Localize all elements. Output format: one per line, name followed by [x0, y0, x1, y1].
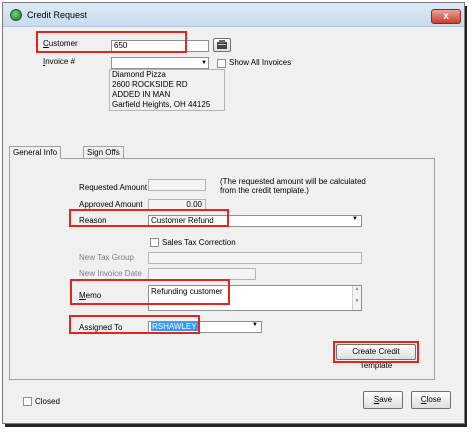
- tab-general-info[interactable]: General Info: [9, 146, 62, 159]
- approved-amount-label: Approved Amount: [79, 200, 143, 209]
- close-label-rest: lose: [426, 395, 442, 404]
- closed-checkbox[interactable]: [23, 397, 32, 406]
- customer-lookup-button[interactable]: [213, 38, 231, 52]
- address-line: 2600 ROCKSIDE RD: [112, 80, 188, 89]
- save-button[interactable]: Save: [363, 391, 403, 409]
- new-tax-group-label: New Tax Group: [79, 253, 134, 262]
- sales-tax-correction-label: Sales Tax Correction: [162, 238, 236, 247]
- address-line: Diamond Pizza: [112, 70, 166, 79]
- address-line: Garfield Heights, OH 44125: [112, 100, 211, 109]
- new-tax-group-select: [148, 252, 362, 264]
- invoice-select[interactable]: [111, 57, 209, 69]
- memo-scrollbar[interactable]: ▲ ▼: [352, 286, 361, 310]
- assigned-to-highlight: [69, 315, 200, 334]
- credit-request-window: Credit Request x Customer 650 Invoice # …: [2, 2, 465, 424]
- chevron-down-icon[interactable]: ▼: [199, 58, 209, 68]
- reason-highlight: [69, 209, 229, 227]
- invoice-label: Invoice #: [43, 57, 76, 66]
- lookup-icon: [217, 40, 227, 49]
- requested-amount-note: (The requested amount will be calculated…: [220, 177, 366, 195]
- chevron-down-icon[interactable]: ▼: [252, 322, 258, 328]
- memo-highlight: [70, 279, 230, 305]
- closed-label: Closed: [35, 397, 60, 406]
- new-invoice-date-label: New Invoice Date: [79, 269, 142, 278]
- requested-amount-field[interactable]: [148, 179, 206, 191]
- title-bar: Credit Request x: [3, 3, 464, 27]
- app-icon: [10, 9, 22, 21]
- requested-amount-label: Requested Amount: [79, 183, 148, 192]
- sales-tax-correction-checkbox[interactable]: [150, 238, 159, 247]
- invoice-label-rest: nvoice #: [45, 57, 76, 66]
- create-template-highlight: [333, 341, 419, 363]
- window-title: Credit Request: [27, 10, 88, 20]
- chevron-down-icon[interactable]: ▼: [352, 216, 358, 222]
- customer-highlight: [36, 31, 187, 53]
- save-label-rest: ave: [379, 395, 393, 404]
- show-all-invoices-checkbox[interactable]: [217, 59, 226, 68]
- window-close-button[interactable]: x: [431, 9, 461, 24]
- address-line: ADDED IN MAN: [112, 90, 171, 99]
- show-all-invoices-label: Show All Invoices: [229, 58, 292, 67]
- customer-address: Diamond Pizza 2600 ROCKSIDE RD ADDED IN …: [109, 69, 225, 111]
- close-button[interactable]: Close: [411, 391, 451, 409]
